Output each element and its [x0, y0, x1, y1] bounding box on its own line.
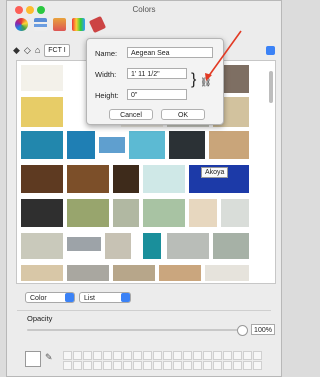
- swatch[interactable]: [143, 199, 185, 227]
- swatch[interactable]: [129, 131, 165, 159]
- favorite-slot[interactable]: [93, 351, 102, 360]
- favorite-slot[interactable]: [83, 351, 92, 360]
- favorite-slot[interactable]: [123, 361, 132, 370]
- favorite-slot[interactable]: [103, 351, 112, 360]
- swatch[interactable]: [67, 165, 109, 193]
- favorite-slot[interactable]: [83, 361, 92, 370]
- favorite-slot[interactable]: [173, 361, 182, 370]
- swatch[interactable]: [21, 199, 63, 227]
- swatch[interactable]: [189, 199, 217, 227]
- favorite-slot[interactable]: [93, 361, 102, 370]
- favorite-slot[interactable]: [173, 351, 182, 360]
- favorite-slot[interactable]: [183, 351, 192, 360]
- favorite-slot[interactable]: [213, 361, 222, 370]
- swatch[interactable]: [167, 233, 209, 259]
- swatch[interactable]: [209, 131, 249, 159]
- swatch[interactable]: [205, 265, 249, 281]
- swatch[interactable]: [169, 131, 205, 159]
- favorite-slot[interactable]: [143, 361, 152, 370]
- opacity-value-field[interactable]: 100%: [251, 324, 275, 335]
- favorite-slot[interactable]: [153, 361, 162, 370]
- favorite-slot[interactable]: [163, 361, 172, 370]
- swatch[interactable]: [113, 199, 139, 227]
- favorite-slot[interactable]: [73, 351, 82, 360]
- favorite-slot[interactable]: [113, 351, 122, 360]
- favorite-slot[interactable]: [143, 351, 152, 360]
- opacity-slider[interactable]: [27, 329, 241, 331]
- favorite-slot[interactable]: [63, 351, 72, 360]
- swatch[interactable]: [21, 265, 63, 281]
- favorite-slot[interactable]: [103, 361, 112, 370]
- favorite-slot[interactable]: [223, 351, 232, 360]
- swatch[interactable]: [67, 237, 101, 251]
- swatch[interactable]: [143, 233, 161, 259]
- swatch[interactable]: [21, 131, 63, 159]
- swatch[interactable]: [67, 131, 95, 159]
- favorite-slot[interactable]: [193, 361, 202, 370]
- swatch[interactable]: [99, 137, 125, 153]
- view-mode-label: List: [84, 295, 95, 302]
- color-well[interactable]: [25, 351, 41, 367]
- favorite-slot[interactable]: [183, 361, 192, 370]
- chevron-down-icon: [65, 293, 74, 302]
- favorite-slot[interactable]: [223, 361, 232, 370]
- swatch[interactable]: [221, 199, 249, 227]
- swatch-tooltip: Akoya: [201, 167, 229, 178]
- swatch[interactable]: [159, 265, 201, 281]
- favorite-slot[interactable]: [73, 361, 82, 370]
- favorite-slot[interactable]: [153, 351, 162, 360]
- favorite-slot[interactable]: [253, 361, 262, 370]
- divider: [17, 310, 271, 311]
- color-mode-select[interactable]: Color: [25, 292, 75, 303]
- favorite-slot[interactable]: [113, 361, 122, 370]
- colors-window: Colors ◆ ◇ ⌂ FCT I Akoya Name: Aegean Se…: [6, 0, 282, 377]
- annotation-arrow: [205, 30, 242, 81]
- favorite-slot[interactable]: [133, 351, 142, 360]
- favorite-slot[interactable]: [243, 361, 252, 370]
- color-mode-label: Color: [30, 295, 47, 302]
- favorite-slot[interactable]: [193, 351, 202, 360]
- favorite-slot[interactable]: [233, 361, 242, 370]
- swatch[interactable]: [143, 165, 185, 193]
- chevron-down-icon: [121, 293, 130, 302]
- swatch[interactable]: [21, 165, 63, 193]
- swatch[interactable]: [213, 233, 249, 259]
- favorite-slot[interactable]: [123, 351, 132, 360]
- swatch[interactable]: [67, 199, 109, 227]
- swatch[interactable]: [113, 165, 139, 193]
- favorite-slot[interactable]: [63, 361, 72, 370]
- favorite-slot[interactable]: [203, 361, 212, 370]
- favorite-slot[interactable]: [233, 351, 242, 360]
- swatch[interactable]: [21, 233, 63, 259]
- favorite-slot[interactable]: [203, 351, 212, 360]
- opacity-label: Opacity: [27, 314, 53, 323]
- favorite-slot[interactable]: [163, 351, 172, 360]
- swatch[interactable]: [67, 265, 109, 281]
- opacity-slider-knob[interactable]: [237, 325, 248, 336]
- swatch[interactable]: [105, 233, 131, 259]
- favorite-slot[interactable]: [133, 361, 142, 370]
- view-mode-select[interactable]: List: [79, 292, 131, 303]
- favorite-slot[interactable]: [243, 351, 252, 360]
- swatch[interactable]: [113, 265, 155, 281]
- favorite-slot[interactable]: [213, 351, 222, 360]
- eyedropper-icon[interactable]: ✎: [45, 352, 53, 363]
- favorite-slot[interactable]: [253, 351, 262, 360]
